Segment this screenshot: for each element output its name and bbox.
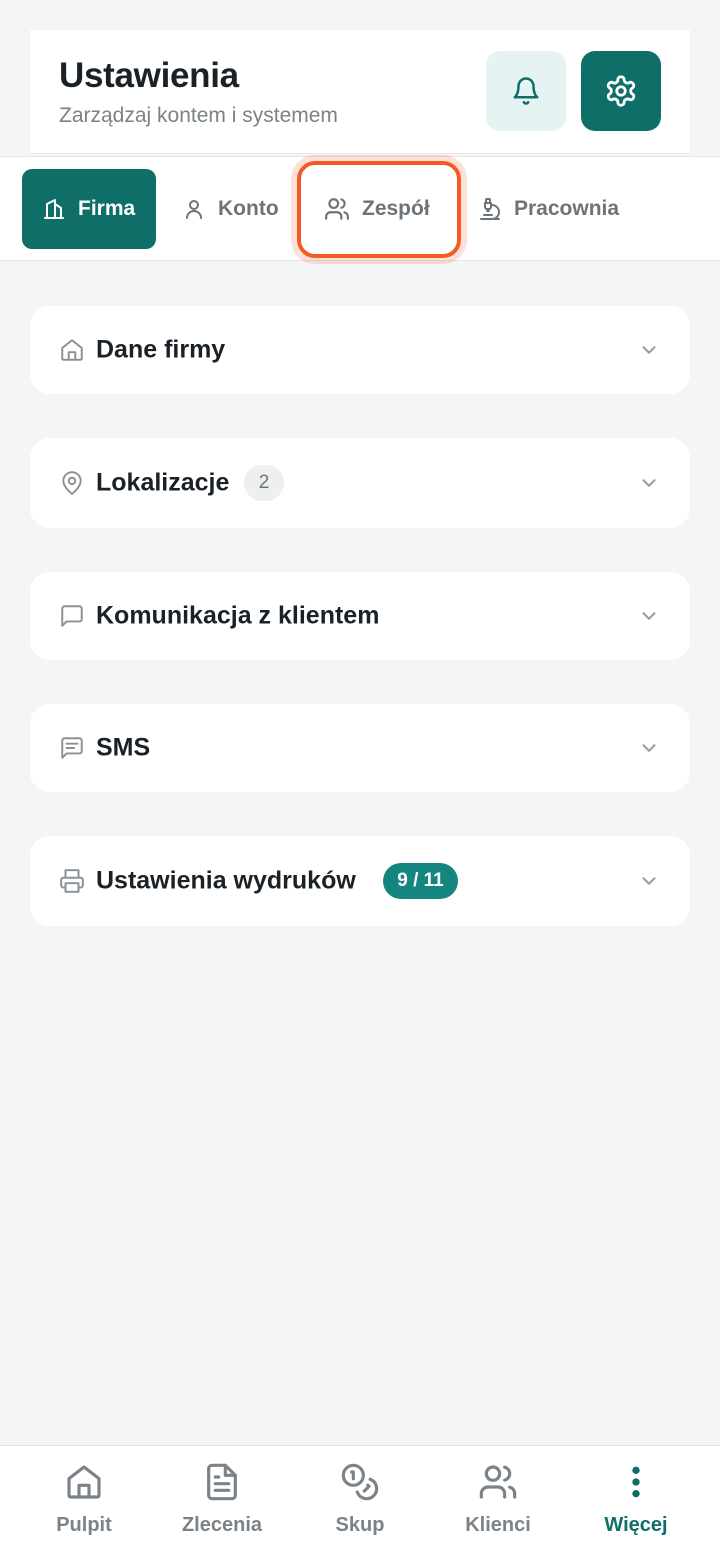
chevron-down-icon: [642, 346, 656, 354]
nav-klienci[interactable]: Klienci: [428, 1462, 568, 1552]
tab-pracownia[interactable]: Pracownia: [466, 169, 646, 249]
nav-label: Skup: [335, 1514, 385, 1536]
notifications-button[interactable]: [486, 51, 566, 131]
nav-skup[interactable]: Skup: [290, 1462, 430, 1552]
settings-button[interactable]: [581, 51, 661, 131]
nav-label: Klienci: [465, 1514, 531, 1536]
nav-label: Zlecenia: [181, 1514, 263, 1536]
nav-label: Więcej: [604, 1514, 668, 1536]
tab-firma[interactable]: Firma: [22, 169, 156, 249]
chevron-down-icon: [642, 877, 656, 885]
section-title: Ustawienia wydruków: [96, 866, 356, 895]
tab-zespol[interactable]: Zespół: [300, 169, 458, 249]
message-icon: [61, 605, 83, 627]
tab-konto[interactable]: Konto: [170, 169, 290, 249]
section-wydruki[interactable]: Ustawienia wydruków 9 / 11: [30, 836, 690, 926]
page-title: Ustawienia: [59, 56, 239, 95]
coins-icon: [341, 1463, 379, 1501]
section-lokalizacje[interactable]: Lokalizacje 2: [30, 438, 690, 528]
tab-pracownia-label: Pracownia: [514, 197, 620, 220]
microscope-icon: [480, 198, 500, 220]
printer-icon: [60, 869, 84, 893]
nav-pulpit[interactable]: Pulpit: [14, 1462, 154, 1552]
chevron-down-icon: [642, 479, 656, 487]
section-title: SMS: [96, 733, 151, 762]
building-icon: [44, 199, 64, 219]
home-icon: [61, 339, 83, 361]
user-icon: [186, 200, 202, 219]
bottom-navigation: Pulpit Zlecenia Skup Klienci Więcej: [0, 1445, 720, 1561]
chevron-down-icon: [642, 612, 656, 620]
section-komunikacja[interactable]: Komunikacja z klientem: [30, 572, 690, 660]
count-badge: 2: [244, 465, 284, 501]
settings-tabs: Firma Konto Zespół Pracownia: [0, 156, 720, 261]
nav-zlecenia[interactable]: Zlecenia: [152, 1462, 292, 1552]
bell-icon: [513, 77, 539, 105]
section-title: Dane firmy: [96, 335, 226, 364]
page-subtitle: Zarządzaj kontem i systemem: [59, 104, 338, 127]
section-sms[interactable]: SMS: [30, 704, 690, 792]
nav-wiecej[interactable]: Więcej: [566, 1462, 706, 1552]
home-icon: [67, 1465, 101, 1499]
section-dane-firmy[interactable]: Dane firmy: [30, 306, 690, 394]
users-icon: [479, 1465, 517, 1499]
tab-konto-label: Konto: [218, 197, 279, 220]
settings-page: Ustawienia Zarządzaj kontem i systemem F…: [0, 0, 720, 1561]
progress-badge: 9 / 11: [383, 863, 458, 899]
more-vertical-icon: [632, 1466, 640, 1498]
document-icon: [207, 1463, 237, 1501]
users-icon: [325, 198, 349, 220]
tab-firma-label: Firma: [78, 197, 136, 220]
section-title: Lokalizacje: [96, 468, 230, 497]
map-pin-icon: [62, 471, 82, 495]
chevron-down-icon: [642, 744, 656, 752]
page-header: Ustawienia Zarządzaj kontem i systemem: [30, 30, 690, 154]
gear-icon: [606, 75, 636, 107]
message-text-icon: [61, 737, 83, 759]
nav-label: Pulpit: [56, 1514, 112, 1536]
section-title: Komunikacja z klientem: [96, 601, 380, 630]
tab-zespol-label: Zespół: [362, 197, 430, 220]
